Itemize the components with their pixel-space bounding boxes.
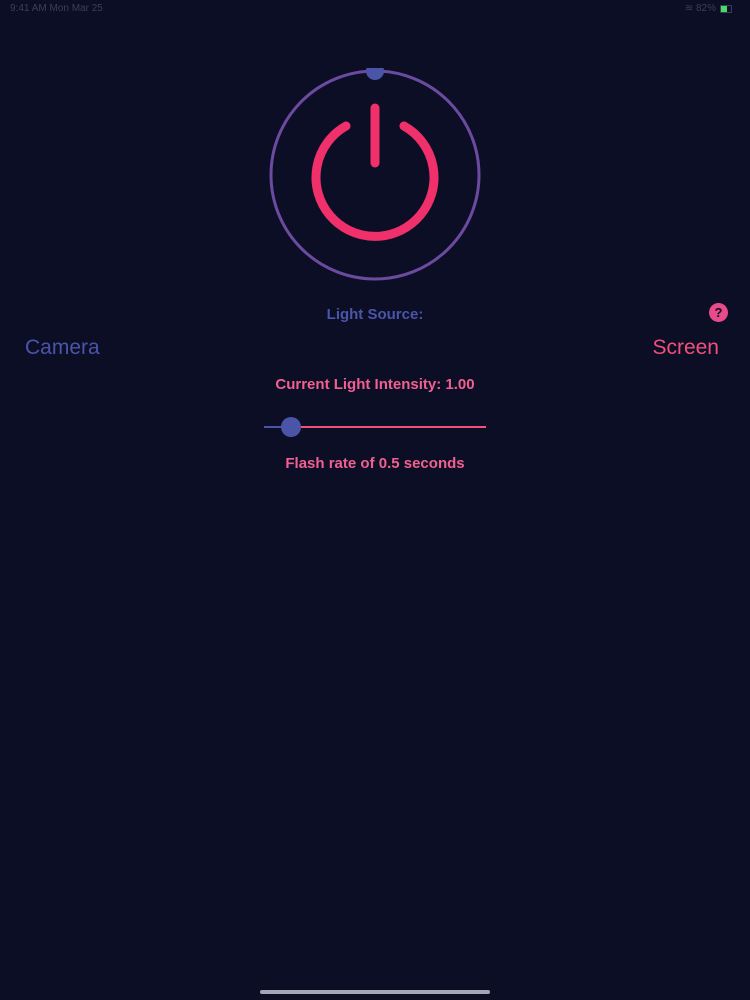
power-icon xyxy=(311,103,439,241)
slider-thumb[interactable] xyxy=(281,417,301,437)
flash-rate-slider[interactable] xyxy=(264,416,486,438)
source-option-camera[interactable]: Camera xyxy=(25,336,100,360)
app-screen: 9:41 AM Mon Mar 25 ≋ 82% Light Source: ?… xyxy=(0,0,750,1000)
home-indicator xyxy=(260,990,490,994)
power-dial-graphic xyxy=(269,62,481,281)
dial-knob[interactable] xyxy=(366,62,384,80)
help-button[interactable]: ? xyxy=(709,303,728,322)
intensity-label: Current Light Intensity: 1.00 xyxy=(275,376,475,393)
power-dial[interactable] xyxy=(268,62,482,282)
flash-rate-label: Flash rate of 0.5 seconds xyxy=(285,455,465,472)
source-option-screen[interactable]: Screen xyxy=(652,336,719,360)
status-time: 9:41 AM Mon Mar 25 xyxy=(10,3,103,14)
signal-text: ≋ 82% xyxy=(684,3,716,14)
status-bar: 9:41 AM Mon Mar 25 ≋ 82% xyxy=(0,0,750,20)
dial-ring xyxy=(269,69,481,281)
status-indicators: ≋ 82% xyxy=(685,3,732,14)
battery-icon xyxy=(720,4,732,13)
light-source-label: Light Source: xyxy=(326,306,424,323)
